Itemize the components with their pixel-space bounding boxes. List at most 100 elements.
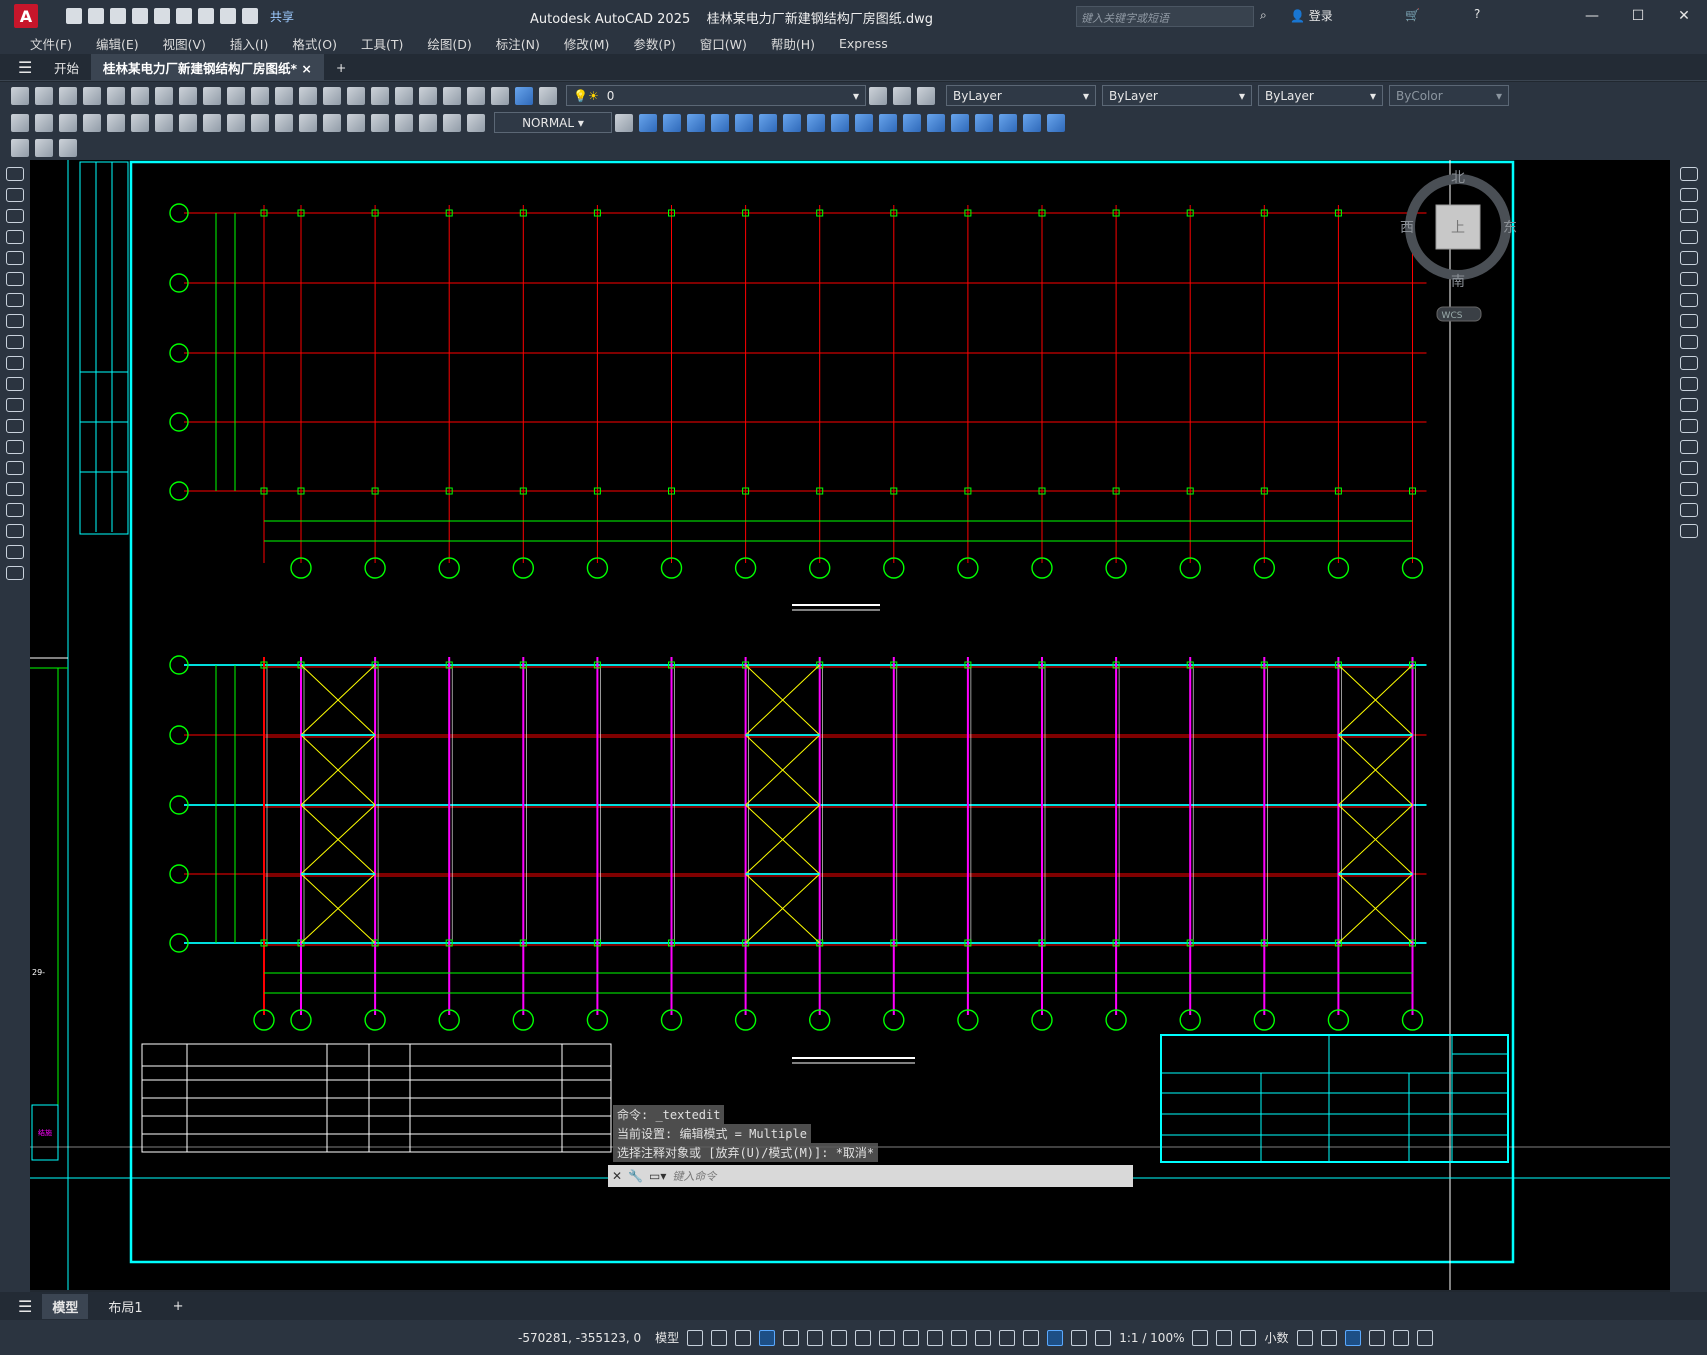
array-icon[interactable] bbox=[1679, 251, 1698, 265]
zoom-realtime-icon[interactable] bbox=[323, 86, 341, 105]
publish-icon[interactable] bbox=[176, 8, 192, 24]
offset-icon[interactable] bbox=[1679, 230, 1698, 244]
dim-update-icon[interactable] bbox=[467, 113, 485, 132]
revolve-icon[interactable] bbox=[783, 113, 801, 132]
blend-icon[interactable] bbox=[1679, 503, 1698, 517]
dynamic-ucs-icon[interactable] bbox=[975, 1329, 992, 1346]
ortho-icon[interactable] bbox=[759, 1329, 776, 1346]
selection-cycling-icon[interactable] bbox=[927, 1329, 944, 1346]
copy-icon[interactable] bbox=[179, 86, 197, 105]
slice-icon[interactable] bbox=[903, 113, 921, 132]
arc-icon[interactable] bbox=[6, 272, 24, 286]
rotate-icon[interactable] bbox=[1679, 293, 1698, 307]
dynamic-input-icon[interactable] bbox=[735, 1329, 752, 1346]
menu-express[interactable]: Express bbox=[827, 36, 900, 51]
menu-window[interactable]: 窗口(W) bbox=[688, 34, 759, 53]
polyline-icon[interactable] bbox=[6, 209, 24, 223]
lineweight-dropdown[interactable]: ByLayer ▾ bbox=[1258, 85, 1383, 106]
redo-icon[interactable] bbox=[242, 8, 258, 24]
object-snap-tracking-icon[interactable] bbox=[831, 1329, 848, 1346]
share-button[interactable]: 共享 bbox=[270, 8, 294, 25]
gizmo-icon[interactable] bbox=[1023, 1329, 1040, 1346]
drawing-canvas[interactable]: 29- 结施 上 北 南 东 西 WCS 命令: _textedit 当前设置:… bbox=[30, 160, 1670, 1290]
make-block-icon[interactable] bbox=[6, 419, 24, 433]
command-line[interactable]: ✕ 🔧 ▭▾ 键入命令 bbox=[608, 1165, 1133, 1187]
search-input[interactable]: 键入关键字或短语 bbox=[1076, 6, 1254, 27]
move-icon[interactable] bbox=[1679, 272, 1698, 286]
block-editor-icon[interactable] bbox=[11, 139, 29, 157]
tab-drawing[interactable]: 桂林某电力厂新建钢结构厂房图纸* × bbox=[91, 53, 324, 81]
tab-model[interactable]: 模型 bbox=[42, 1293, 89, 1319]
modeling-wedge-icon[interactable] bbox=[687, 113, 705, 132]
dim-space-icon[interactable] bbox=[275, 113, 293, 132]
chamfer-icon[interactable] bbox=[1679, 461, 1698, 475]
menu-modify[interactable]: 修改(M) bbox=[552, 34, 622, 53]
coordinates-readout[interactable]: -570281, -355123, 0 bbox=[518, 1331, 641, 1345]
menu-format[interactable]: 格式(O) bbox=[280, 34, 349, 53]
scale-icon[interactable] bbox=[1679, 314, 1698, 328]
zoom-previous-icon[interactable] bbox=[371, 86, 389, 105]
menu-help[interactable]: 帮助(H) bbox=[759, 34, 827, 53]
transparency-icon[interactable] bbox=[903, 1329, 920, 1346]
polygon-icon[interactable] bbox=[6, 230, 24, 244]
new-tab-button[interactable]: + bbox=[324, 56, 358, 79]
jogged-linear-icon[interactable] bbox=[395, 113, 413, 132]
save-icon[interactable] bbox=[110, 8, 126, 24]
lock-ui-icon[interactable] bbox=[1320, 1329, 1337, 1346]
model-space-button[interactable]: 模型 bbox=[655, 1329, 679, 1346]
diameter-icon[interactable] bbox=[155, 113, 173, 132]
rectangle-icon[interactable] bbox=[6, 251, 24, 265]
thicken-icon[interactable] bbox=[927, 113, 945, 132]
tab-layout1[interactable]: 布局1 bbox=[98, 1294, 152, 1319]
copy-object-icon[interactable] bbox=[1679, 188, 1698, 202]
3d-rotate-icon[interactable] bbox=[999, 113, 1017, 132]
quick-dim-icon[interactable] bbox=[203, 113, 221, 132]
make-current-layer-icon[interactable] bbox=[869, 86, 887, 105]
new-file-icon[interactable] bbox=[66, 8, 82, 24]
auto-scale-icon[interactable] bbox=[1071, 1329, 1088, 1346]
autocad-logo-icon[interactable]: A bbox=[14, 4, 38, 28]
pan-icon[interactable] bbox=[299, 86, 317, 105]
3d-osnap-icon[interactable] bbox=[951, 1329, 968, 1346]
isodraft-icon[interactable] bbox=[807, 1329, 824, 1346]
layer-previous-icon[interactable] bbox=[893, 86, 911, 105]
arc-length-icon[interactable] bbox=[59, 113, 77, 132]
polar-icon[interactable] bbox=[783, 1329, 800, 1346]
object-snap-icon[interactable] bbox=[855, 1329, 872, 1346]
viewcube-north[interactable]: 北 bbox=[1451, 170, 1465, 186]
presspull-icon[interactable] bbox=[735, 113, 753, 132]
intersect-icon[interactable] bbox=[879, 113, 897, 132]
modeling-box-icon[interactable] bbox=[639, 113, 657, 132]
menu-edit[interactable]: 编辑(E) bbox=[84, 34, 151, 53]
help-icon[interactable] bbox=[515, 86, 533, 105]
plot-icon[interactable] bbox=[198, 8, 214, 24]
ordinate-icon[interactable] bbox=[83, 113, 101, 132]
imprint-icon[interactable] bbox=[951, 113, 969, 132]
annotation-visibility-icon[interactable] bbox=[1047, 1329, 1064, 1346]
point-icon[interactable] bbox=[6, 440, 24, 454]
linetype-dropdown[interactable]: ByLayer ▾ bbox=[1102, 85, 1252, 106]
undo-icon[interactable] bbox=[220, 8, 236, 24]
viewcube-south[interactable]: 南 bbox=[1451, 274, 1465, 290]
command-recent-icon[interactable]: ▭▾ bbox=[649, 1169, 666, 1183]
menu-dimension[interactable]: 标注(N) bbox=[484, 34, 552, 53]
modeling-cylinder-icon[interactable] bbox=[663, 113, 681, 132]
fillet-icon[interactable] bbox=[1679, 482, 1698, 496]
properties-icon[interactable] bbox=[395, 86, 413, 105]
clean-screen-icon[interactable] bbox=[1392, 1329, 1409, 1346]
open-file-icon[interactable] bbox=[88, 8, 104, 24]
print-preview-icon[interactable] bbox=[107, 86, 125, 105]
insert-block-icon[interactable] bbox=[6, 398, 24, 412]
tolerance-icon[interactable] bbox=[323, 113, 341, 132]
revcloud-icon[interactable] bbox=[6, 314, 24, 328]
erase-icon[interactable] bbox=[1679, 167, 1698, 181]
design-center-icon[interactable] bbox=[419, 86, 437, 105]
zoom-window-icon[interactable] bbox=[347, 86, 365, 105]
layout-menu-icon[interactable]: ☰ bbox=[18, 1297, 32, 1316]
add-layout-button[interactable]: + bbox=[163, 1296, 194, 1317]
command-customize-icon[interactable]: 🔧 bbox=[628, 1169, 643, 1183]
center-mark-icon[interactable] bbox=[347, 113, 365, 132]
inspection-icon[interactable] bbox=[371, 113, 389, 132]
tab-start[interactable]: 开始 bbox=[42, 54, 91, 81]
save-as-icon[interactable] bbox=[132, 8, 148, 24]
